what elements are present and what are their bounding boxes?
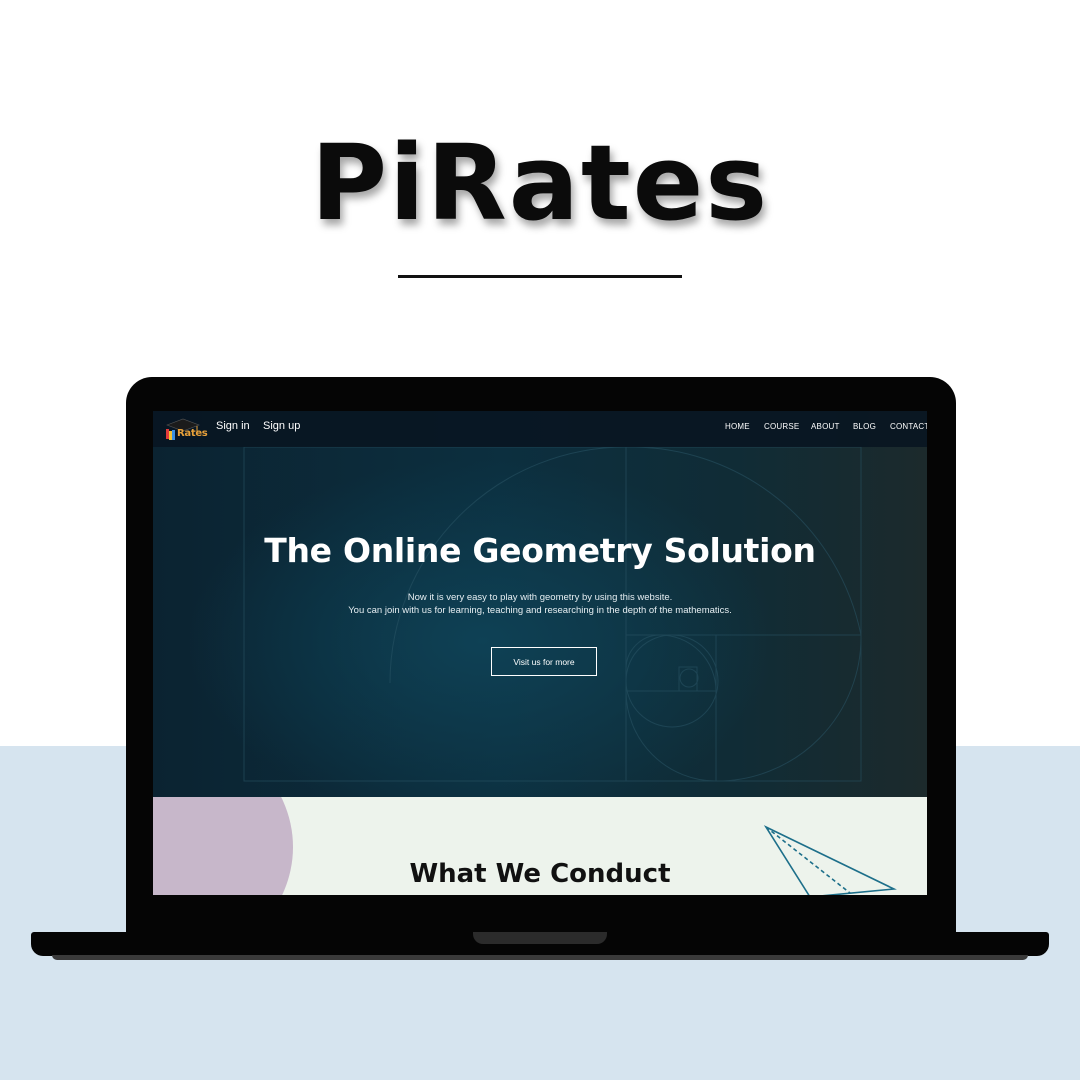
hero-heading: The Online Geometry Solution xyxy=(264,531,816,570)
title-underline xyxy=(398,275,682,278)
paper-plane-triangle-icon xyxy=(763,825,897,895)
hero-description-line-1: Now it is very easy to play with geometr… xyxy=(407,592,673,603)
nav-contact[interactable]: CONTACT xyxy=(890,422,927,431)
page-title: PiRates xyxy=(310,122,770,244)
visit-us-button[interactable]: Visit us for more xyxy=(491,647,597,676)
what-we-conduct-section: What We Conduct xyxy=(153,797,927,895)
laptop-base-shadow xyxy=(52,955,1028,960)
logo-text: Rates xyxy=(177,428,208,439)
navbar: Rates Sign in Sign up HOME COURSE ABOUT … xyxy=(153,411,927,447)
sign-up-link[interactable]: Sign up xyxy=(263,420,300,432)
nav-about[interactable]: ABOUT xyxy=(811,422,840,431)
sign-in-link[interactable]: Sign in xyxy=(216,420,250,432)
golden-spiral-decoration xyxy=(243,446,862,782)
nav-home[interactable]: HOME xyxy=(725,422,750,431)
hero-section: Rates Sign in Sign up HOME COURSE ABOUT … xyxy=(153,411,927,797)
laptop-screen: Rates Sign in Sign up HOME COURSE ABOUT … xyxy=(153,411,927,895)
nav-course[interactable]: COURSE xyxy=(764,422,799,431)
laptop-notch xyxy=(473,932,607,944)
nav-blog[interactable]: BLOG xyxy=(853,422,876,431)
hero-description-line-2: You can join with us for learning, teach… xyxy=(348,605,732,616)
